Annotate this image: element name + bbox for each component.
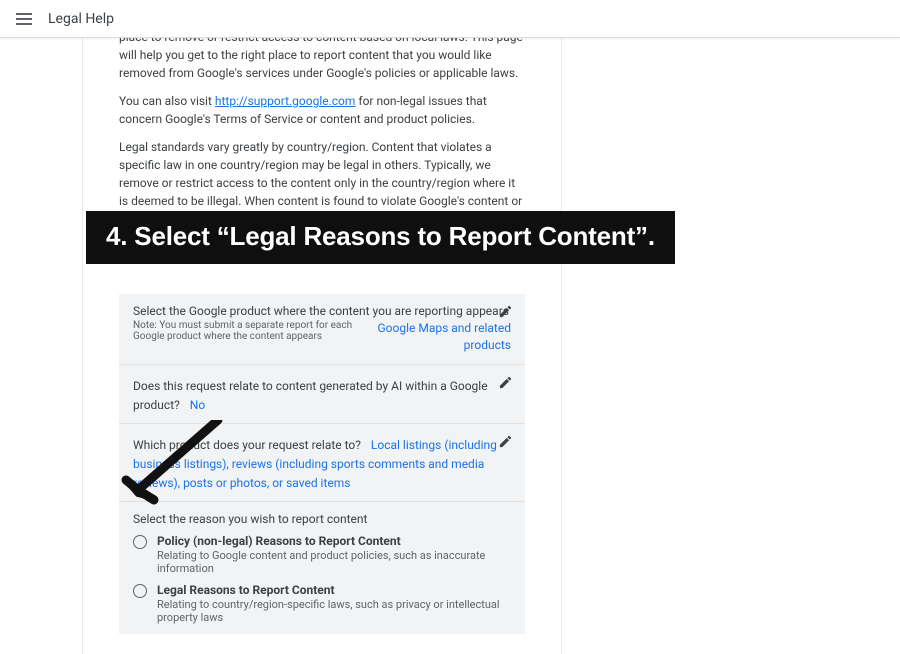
- page-title: Legal Help: [48, 11, 114, 27]
- radio-option-policy[interactable]: Policy (non-legal) Reasons to Report Con…: [133, 534, 511, 575]
- radio-icon: [133, 535, 147, 549]
- radio-description: Relating to Google content and product p…: [157, 549, 511, 575]
- radio-label: Legal Reasons to Report Content: [157, 583, 511, 597]
- subproduct-row: Which product does your request relate t…: [119, 424, 525, 502]
- edit-icon[interactable]: [498, 375, 513, 394]
- content-column: place to remove or restrict access to co…: [82, 18, 562, 654]
- reason-radio-group: Select the reason you wish to report con…: [119, 502, 525, 634]
- edit-icon[interactable]: [498, 304, 513, 323]
- intro-paragraph-2: You can also visit http://support.google…: [119, 92, 525, 128]
- radio-icon: [133, 584, 147, 598]
- selected-answer: No: [190, 398, 205, 412]
- radio-group-title: Select the reason you wish to report con…: [133, 512, 511, 526]
- edit-icon[interactable]: [498, 434, 513, 453]
- radio-label: Policy (non-legal) Reasons to Report Con…: [157, 534, 511, 548]
- radio-description: Relating to country/region-specific laws…: [157, 598, 511, 624]
- question-text: Select the Google product where the cont…: [133, 304, 511, 318]
- question-text: Does this request relate to content gene…: [133, 379, 488, 412]
- instruction-overlay: 4. Select “Legal Reasons to Report Conte…: [86, 211, 675, 264]
- instruction-text: 4. Select “Legal Reasons to Report Conte…: [106, 221, 655, 252]
- question-text: Which product does your request relate t…: [133, 438, 361, 452]
- text: You can also visit: [119, 94, 215, 108]
- menu-icon[interactable]: [16, 13, 32, 25]
- radio-option-legal[interactable]: Legal Reasons to Report Content Relating…: [133, 583, 511, 624]
- support-link[interactable]: http://support.google.com: [215, 94, 356, 108]
- product-row: Select the Google product where the cont…: [119, 294, 525, 365]
- note-text: Note: You must submit a separate report …: [133, 320, 353, 342]
- ai-row: Does this request relate to content gene…: [119, 365, 525, 424]
- topbar: Legal Help: [0, 0, 900, 38]
- report-form-card: Select the Google product where the cont…: [119, 294, 525, 634]
- page-body: place to remove or restrict access to co…: [0, 38, 900, 500]
- selected-answer: Google Maps and related products: [361, 320, 511, 354]
